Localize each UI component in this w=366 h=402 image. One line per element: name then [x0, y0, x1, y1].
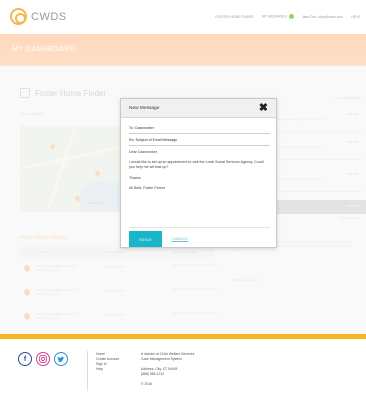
to-field[interactable]: To: Caseworker [129, 123, 270, 134]
cancel-button[interactable]: CANCEL [172, 236, 188, 241]
nav-foster-home-finder[interactable]: FOSTER HOME FINDER [215, 15, 253, 19]
logo-icon [10, 8, 27, 25]
top-navigation: CWDS FOSTER HOME FINDER MY MESSAGES Jane… [0, 0, 366, 34]
nav-help[interactable]: HELP [351, 15, 360, 19]
twitter-icon[interactable] [54, 352, 68, 366]
facebook-icon[interactable]: f [18, 352, 32, 366]
footer-info: A division of Child Welfare Services Cas… [141, 352, 194, 387]
message-line: Dear Caseworker, [129, 150, 158, 154]
message-line: All Best, Foster Parent [129, 185, 165, 190]
instagram-icon[interactable] [36, 352, 50, 366]
unread-badge [288, 14, 294, 19]
main-nav: FOSTER HOME FINDER MY MESSAGES Jane Doe … [215, 14, 360, 19]
nav-my-messages[interactable]: MY MESSAGES [262, 14, 294, 19]
footer: f Home Create Account Sign In Help A div… [0, 339, 366, 402]
send-button[interactable]: SEND [129, 231, 162, 247]
nav-user-account[interactable]: Jane Doe Jdoe@cwds.com [302, 15, 343, 19]
footer-link-help[interactable]: Help [96, 367, 119, 372]
dialog-title: New Message [129, 106, 160, 111]
logo-text: CWDS [31, 10, 67, 23]
message-line: I would like to set up an appointment to… [129, 160, 264, 170]
footer-divider [87, 351, 88, 391]
new-message-dialog: New Message ✖ To: Caseworker Re: Subject… [120, 98, 277, 248]
subject-field[interactable]: Re: Subject of Email Message [129, 135, 270, 146]
logo[interactable]: CWDS [10, 8, 67, 25]
message-line: Thanks [129, 175, 141, 180]
social-links: f [18, 352, 68, 366]
message-body[interactable]: Dear Caseworker, I would like to set up … [129, 150, 270, 196]
close-icon[interactable]: ✖ [259, 102, 268, 114]
dialog-header: New Message ✖ [121, 99, 276, 118]
footer-info-line: © 2016 [141, 382, 152, 386]
nav-my-messages-label: MY MESSAGES [261, 14, 287, 19]
divider [129, 227, 270, 228]
footer-links: Home Create Account Sign In Help [96, 352, 119, 372]
